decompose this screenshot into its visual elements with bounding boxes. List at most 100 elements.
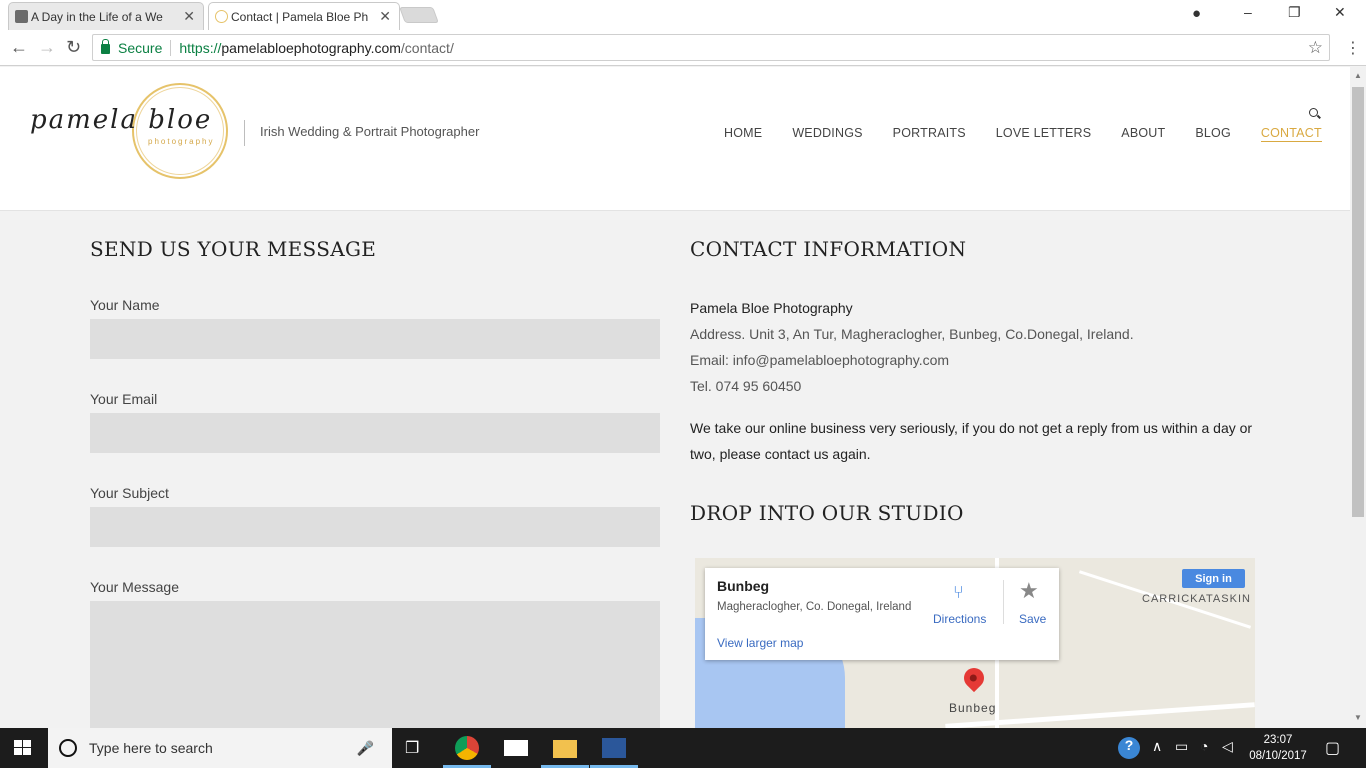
url-scheme: https:// [179,39,222,56]
logo-subtext: photography [148,137,215,146]
tagline: Irish Wedding & Portrait Photographer [260,124,480,139]
url-separator [170,39,172,56]
nav-weddings[interactable]: WEDDINGS [792,126,862,142]
new-tab-button[interactable] [399,7,439,23]
map-pin-icon[interactable] [959,663,989,693]
mail-icon[interactable] [504,740,528,756]
sign-in-label: Sign in [1195,572,1232,585]
contact-heading: CONTACT INFORMATION [690,237,967,261]
logo-text: pamela bloe [30,105,213,135]
email-label: Your Email [90,391,158,407]
map-place-address: Magheraclogher, Co. Donegal, Ireland [717,601,912,613]
nav-blog[interactable]: BLOG [1195,126,1231,142]
map-town-label: Bunbeg [949,701,997,715]
nav-about[interactable]: ABOUT [1121,126,1165,142]
battery-icon[interactable]: ▭ [1175,738,1188,755]
logo[interactable]: pamela bloe photography [28,81,238,187]
save-link[interactable]: Save [1019,612,1046,626]
chevron-up-icon[interactable]: ∧ [1152,738,1162,755]
notifications-icon[interactable]: ▢ [1325,738,1340,758]
windows-taskbar: Type here to search 🎤 ❐ ? ∧ ▭ ◔ ◁ 23:07 … [0,728,1366,768]
web-page: pamela bloe photography Irish Wedding & … [0,67,1350,728]
contact-info: CONTACT INFORMATION Pamela Bloe Photogra… [690,237,1260,525]
nav-portraits[interactable]: PORTRAITS [893,126,966,142]
subject-field[interactable] [90,507,660,547]
clock-time: 23:07 [1263,734,1293,746]
name-field[interactable] [90,319,660,359]
message-label: Your Message [90,579,179,595]
business-name: Pamela Bloe Photography [690,300,853,316]
back-arrow-icon[interactable]: ← [10,37,28,58]
url-field[interactable]: Secure https:// pamelabloephotography.co… [92,34,1330,61]
nav-love-letters[interactable]: LOVE LETTERS [996,126,1092,142]
name-label: Your Name [90,297,160,313]
reload-icon[interactable]: ↻ [66,37,81,58]
help-icon[interactable]: ? [1118,737,1140,759]
map-area-label: CARRICKATASKIN [1142,593,1251,605]
embedded-map[interactable]: CARRICKATASKIN Bunbeg Sign in Bunbeg Mag… [695,558,1255,728]
page-scrollbar[interactable]: ▲ ▼ [1350,67,1366,728]
close-tab-icon[interactable]: ✕ [183,8,195,25]
tab-day-in-life[interactable]: A Day in the Life of a We ✕ [8,2,204,30]
chrome-icon[interactable] [455,736,479,760]
search-icon[interactable] [1309,108,1318,117]
search-placeholder: Type here to search [89,740,213,756]
secure-label: Secure [118,39,163,56]
map-place-card: Bunbeg Magheraclogher, Co. Donegal, Irel… [705,568,1059,660]
cortana-icon [59,739,77,757]
close-window-button[interactable]: ✕ [1334,4,1346,21]
windows-start-icon[interactable] [14,740,32,756]
telephone: Tel. 074 95 60450 [690,378,802,394]
scroll-up-icon[interactable]: ▲ [1354,71,1362,80]
url-host: pamelabloephotography.com [221,39,401,56]
studio-heading: DROP INTO OUR STUDIO [690,501,964,525]
contact-form: SEND US YOUR MESSAGE Your Name Your Emai… [90,237,660,728]
main-nav: HOME WEDDINGS PORTRAITS LOVE LETTERS ABO… [724,126,1350,142]
profile-icon[interactable]: ● [1192,5,1201,22]
save-star-icon[interactable]: ★ [1019,578,1039,604]
word-icon[interactable] [602,738,626,758]
forward-arrow-icon[interactable]: → [38,37,56,58]
task-view-icon[interactable]: ❐ [405,738,419,758]
tab-contact[interactable]: Contact | Pamela Bloe Ph ✕ [208,2,400,30]
url-path: /contact/ [400,39,454,56]
email-field[interactable] [90,413,660,453]
tab-strip: A Day in the Life of a We ✕ Contact | Pa… [0,0,1366,30]
microphone-icon[interactable]: 🎤 [357,740,374,757]
view-larger-map-link[interactable]: View larger map [717,636,803,650]
clock-date: 08/10/2017 [1249,750,1307,762]
system-clock[interactable]: 23:07 08/10/2017 [1248,732,1308,764]
maximize-button[interactable]: ❐ [1288,4,1301,21]
site-favicon-icon [215,10,228,23]
directions-icon[interactable]: ⑂ [953,582,964,603]
address: Address. Unit 3, An Tur, Magheraclogher,… [690,326,1134,342]
cube-favicon-icon [15,10,28,23]
secure-indicator[interactable]: Secure [93,38,163,56]
scroll-down-icon[interactable]: ▼ [1354,713,1362,722]
sign-in-button[interactable]: Sign in [1182,569,1245,588]
directions-link[interactable]: Directions [933,612,986,626]
nav-home[interactable]: HOME [724,126,762,142]
subject-label: Your Subject [90,485,169,501]
minimize-button[interactable]: – [1244,4,1252,20]
card-divider [1003,580,1004,624]
email[interactable]: Email: info@pamelabloephotography.com [690,347,1260,373]
lock-icon [101,38,110,54]
tab-title: Contact | Pamela Bloe Ph [231,9,369,24]
nav-contact[interactable]: CONTACT [1260,126,1322,142]
close-tab-icon[interactable]: ✕ [379,8,391,25]
taskbar-search[interactable]: Type here to search 🎤 [48,728,392,768]
reply-note: We take our online business very serious… [690,420,1253,462]
file-explorer-icon[interactable] [553,740,577,758]
volume-icon[interactable]: ◁ [1222,738,1233,755]
message-field[interactable] [90,601,660,728]
map-place-name: Bunbeg [717,578,770,594]
site-header: pamela bloe photography Irish Wedding & … [0,67,1350,211]
tagline-divider [244,120,245,146]
menu-dots-icon[interactable]: ⋮ [1345,38,1361,58]
bookmark-star-icon[interactable]: ☆ [1308,38,1323,58]
scroll-thumb[interactable] [1352,87,1364,517]
wifi-icon[interactable]: ◔ [1200,738,1208,754]
form-heading: SEND US YOUR MESSAGE [90,237,377,261]
address-bar-row: ← → ↻ Secure https:// pamelabloephotogra… [0,30,1366,66]
